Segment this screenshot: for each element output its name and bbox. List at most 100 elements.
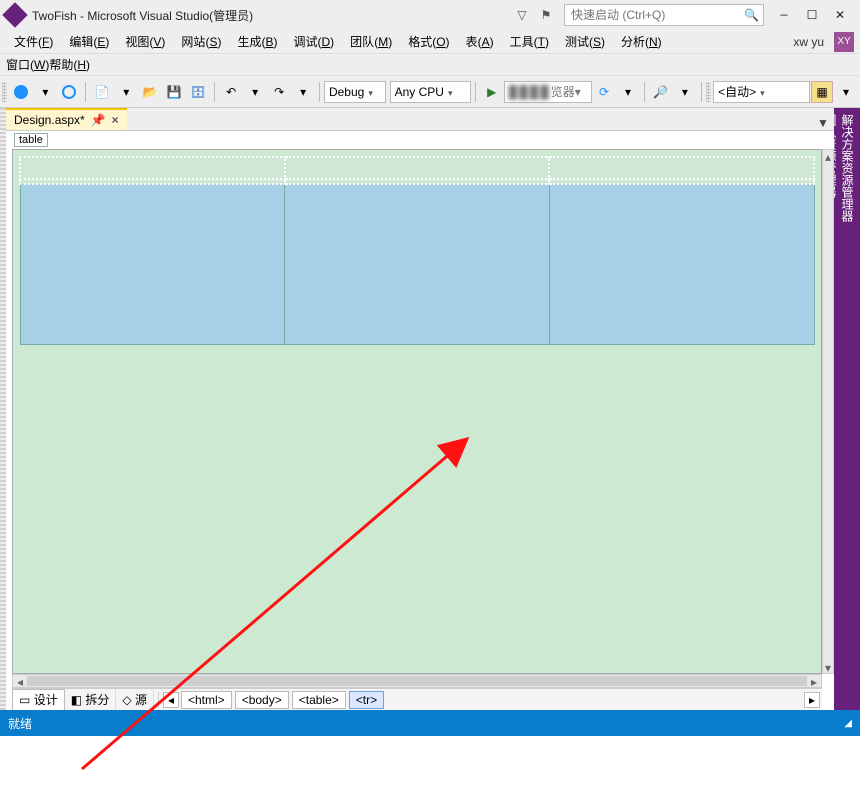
menu-edit[interactable]: 编辑(E)	[61, 31, 117, 52]
undo-split[interactable]: ▾	[244, 81, 266, 103]
view-split[interactable]: ◧ 拆分	[65, 689, 117, 710]
menu-table[interactable]: 表(A)	[458, 31, 502, 52]
status-text: 就绪	[8, 715, 32, 732]
quick-launch-input[interactable]	[569, 7, 744, 23]
menu-analyze[interactable]: 分析(N)	[613, 31, 670, 52]
breadcrumb-prev[interactable]: ◂	[163, 692, 179, 708]
maximize-button[interactable]: ☐	[798, 8, 826, 23]
solution-config-dropdown[interactable]: Debug	[324, 81, 386, 103]
find-split[interactable]: ▾	[674, 81, 696, 103]
toolbar-grip-icon[interactable]	[2, 82, 7, 102]
menu-test[interactable]: 测试(S)	[557, 31, 613, 52]
design-icon: ▭	[19, 693, 30, 707]
menu-tools[interactable]: 工具(T)	[502, 31, 557, 52]
feedback-icon[interactable]: ⚑	[536, 8, 556, 22]
search-icon[interactable]: 🔍	[744, 8, 759, 22]
save-all-button[interactable]: 🗄	[187, 81, 209, 103]
table-cell[interactable]	[549, 157, 814, 179]
source-icon: ◇	[122, 693, 131, 707]
window-title: TwoFish - Microsoft Visual Studio(管理员)	[32, 7, 253, 24]
designer-wrap: table ▴ ▾	[6, 130, 834, 710]
style-application-split[interactable]: ▾	[835, 81, 857, 103]
menu-debug[interactable]: 调试(D)	[285, 31, 342, 52]
tab-title: Design.aspx*	[14, 113, 85, 127]
standard-toolbar: ▾ 📄 ▾ 📂 💾 🗄 ↶ ▾ ↷ ▾ Debug Any CPU ▶ ████…	[0, 76, 860, 108]
tab-overflow-dropdown[interactable]: ▼	[812, 116, 834, 130]
element-tag-chip[interactable]: table	[14, 133, 48, 147]
resize-grip-icon[interactable]: ◢	[844, 718, 852, 729]
right-autohide-panel: 解决方案资源管理器 团队资源管理器 属性	[834, 108, 860, 710]
horizontal-scrollbar[interactable]: ◂ ▸	[12, 674, 822, 688]
split-icon: ◧	[71, 693, 82, 707]
user-badge[interactable]: XY	[834, 32, 854, 52]
breadcrumb-next[interactable]: ▸	[804, 692, 820, 708]
table-cell[interactable]	[20, 184, 285, 344]
toolbar-grip2-icon[interactable]	[706, 82, 711, 102]
vs-logo-icon	[2, 2, 27, 27]
signed-in-user[interactable]: xw yu	[793, 35, 824, 49]
scroll-right-icon[interactable]: ▸	[807, 675, 821, 687]
target-rule-dropdown[interactable]: <自动>	[713, 81, 810, 103]
design-surface[interactable]	[12, 149, 822, 674]
view-design[interactable]: ▭ 设计	[12, 689, 65, 710]
table-row[interactable]	[20, 157, 814, 179]
refresh-split[interactable]: ▾	[617, 81, 639, 103]
menu-format[interactable]: 格式(O)	[400, 31, 457, 52]
solution-platform-dropdown[interactable]: Any CPU	[390, 81, 471, 103]
menu-site[interactable]: 网站(S)	[173, 31, 229, 52]
menu-build[interactable]: 生成(B)	[229, 31, 285, 52]
nav-forward-button[interactable]	[58, 81, 80, 103]
refresh-button[interactable]: ⟳	[593, 81, 615, 103]
nav-back-split[interactable]: ▾	[34, 81, 56, 103]
table-row[interactable]	[20, 184, 814, 344]
design-table[interactable]	[19, 156, 815, 345]
start-debug-button[interactable]: ▶	[481, 81, 503, 103]
document-tab-design-aspx[interactable]: Design.aspx* 📌 ×	[6, 108, 127, 130]
undo-button[interactable]: ↶	[220, 81, 242, 103]
vertical-scrollbar[interactable]: ▴ ▾	[822, 149, 834, 674]
menu-bar-2: 窗口(W) 帮助(H)	[0, 54, 860, 76]
scroll-down-icon[interactable]: ▾	[823, 661, 833, 673]
menu-bar: 文件(F) 编辑(E) 视图(V) 网站(S) 生成(B) 调试(D) 团队(M…	[0, 30, 860, 54]
table-cell[interactable]	[549, 184, 814, 344]
table-cell[interactable]	[20, 157, 285, 179]
style-application-button[interactable]: ▦	[811, 81, 833, 103]
menu-file[interactable]: 文件(F)	[6, 31, 61, 52]
close-button[interactable]: ✕	[826, 8, 854, 23]
menu-team[interactable]: 团队(M)	[342, 31, 400, 52]
view-source[interactable]: ◇ 源	[116, 689, 154, 710]
breadcrumb-html[interactable]: <html>	[181, 691, 232, 709]
menu-window[interactable]: 窗口(W)	[6, 56, 49, 73]
breadcrumb-table[interactable]: <table>	[292, 691, 346, 709]
redo-button[interactable]: ↷	[268, 81, 290, 103]
editor-host: Design.aspx* 📌 × ▼ table	[6, 108, 834, 710]
view-switch-bar: ▭ 设计 ◧ 拆分 ◇ 源 ◂ <html> <body> <table> <t…	[12, 688, 822, 710]
tab-close-icon[interactable]: ×	[112, 113, 119, 127]
document-area: Design.aspx* 📌 × ▼ table	[0, 108, 860, 710]
find-in-files-button[interactable]: 🔎	[650, 81, 672, 103]
menu-help[interactable]: 帮助(H)	[49, 56, 90, 73]
scrollbar-thumb[interactable]	[27, 676, 807, 686]
save-button[interactable]: 💾	[163, 81, 185, 103]
redo-split[interactable]: ▾	[292, 81, 314, 103]
nav-back-button[interactable]	[10, 81, 32, 103]
open-file-button[interactable]: 📂	[139, 81, 161, 103]
notifications-icon[interactable]: ▽	[512, 8, 532, 22]
scroll-left-icon[interactable]: ◂	[13, 675, 27, 687]
quick-launch[interactable]: 🔍	[564, 4, 764, 26]
breadcrumb-body[interactable]: <body>	[235, 691, 289, 709]
scroll-up-icon[interactable]: ▴	[823, 150, 833, 162]
new-project-split[interactable]: ▾	[115, 81, 137, 103]
browser-dropdown[interactable]: ████览器 ▾	[504, 81, 592, 103]
title-bar: TwoFish - Microsoft Visual Studio(管理员) ▽…	[0, 0, 860, 30]
status-bar: 就绪 ◢	[0, 710, 860, 736]
breadcrumb-tr[interactable]: <tr>	[349, 691, 384, 709]
table-cell[interactable]	[285, 184, 550, 344]
table-cell[interactable]	[285, 157, 550, 179]
panel-solution-explorer[interactable]: 解决方案资源管理器	[839, 114, 856, 694]
document-tabstrip: Design.aspx* 📌 × ▼	[6, 108, 834, 130]
pin-icon[interactable]: 📌	[91, 113, 106, 127]
minimize-button[interactable]: —	[770, 8, 798, 22]
new-project-button[interactable]: 📄	[91, 81, 113, 103]
menu-view[interactable]: 视图(V)	[117, 31, 173, 52]
